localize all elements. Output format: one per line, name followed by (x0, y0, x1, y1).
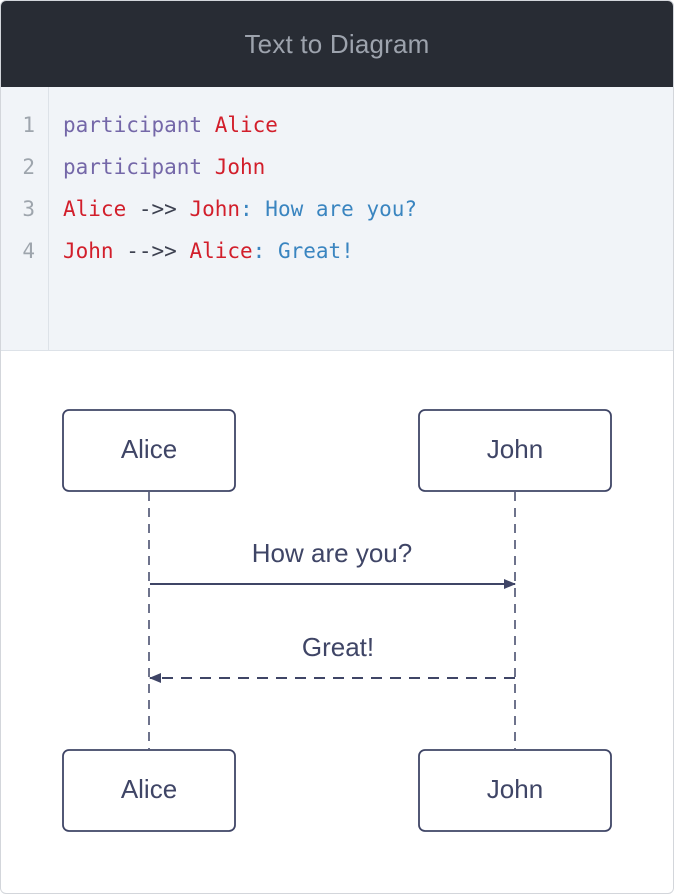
code-token-name: Alice (63, 197, 127, 221)
message-label: Great! (302, 632, 374, 662)
title-bar: Text to Diagram (1, 1, 673, 87)
line-number-gutter: 1 2 3 4 (1, 87, 49, 350)
code-token-kw: participant (63, 155, 203, 179)
code-token-msg: : Great! (252, 239, 354, 263)
text-to-diagram-card: Text to Diagram 1 2 3 4 participant Alic… (0, 0, 674, 894)
message-label: How are you? (252, 538, 412, 568)
participant-label: John (487, 774, 543, 804)
participant-box-john-top: John (418, 409, 612, 492)
line-number: 2 (22, 155, 35, 179)
participant-box-alice-top: Alice (62, 409, 236, 492)
code-token-kw: participant (63, 113, 203, 137)
app-title: Text to Diagram (244, 28, 430, 59)
code-token-name: Alice (214, 113, 278, 137)
line-number: 4 (22, 239, 35, 263)
code-token-msg: : How are you? (240, 197, 418, 221)
sequence-diagram: Alice John How are you? Great! Alice Joh… (1, 351, 673, 893)
participant-label: Alice (121, 434, 177, 464)
code-token-arr: ->> (126, 197, 190, 221)
participant-label: John (487, 434, 543, 464)
participant-label: Alice (121, 774, 177, 804)
code-token-arr: -->> (113, 239, 190, 263)
code-token-ws (202, 155, 215, 179)
code-line[interactable]: participant John (63, 153, 265, 181)
line-number: 1 (22, 113, 35, 137)
participant-box-alice-bottom: Alice (62, 749, 236, 832)
code-token-ws (202, 113, 215, 137)
code-editor[interactable]: 1 2 3 4 participant Alice participant Jo… (1, 87, 673, 351)
code-token-name: John (63, 239, 114, 263)
sequence-diagram-svg: Alice John How are you? Great! Alice Joh… (62, 409, 612, 832)
code-line[interactable]: participant Alice (63, 111, 278, 139)
code-token-name: John (214, 155, 266, 179)
code-token-name: John (189, 197, 241, 221)
participant-box-john-bottom: John (418, 749, 612, 832)
code-token-name: Alice (189, 239, 253, 263)
line-number: 3 (22, 197, 35, 221)
code-line[interactable]: Alice ->> John: How are you? (63, 195, 417, 223)
code-line[interactable]: John -->> Alice: Great! (63, 237, 354, 265)
